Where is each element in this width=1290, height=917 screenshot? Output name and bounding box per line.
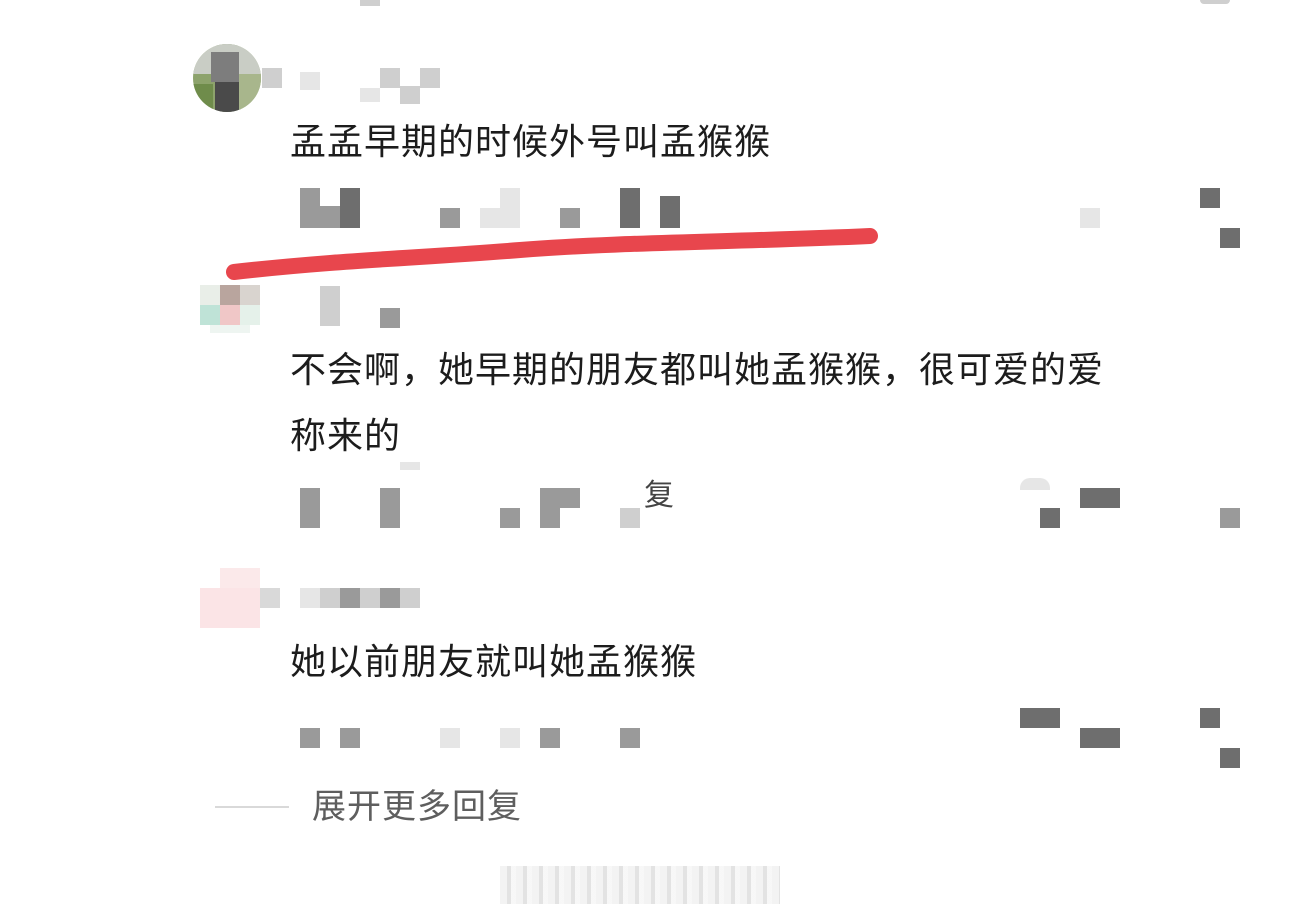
expand-more-replies-button[interactable]: 展开更多回复 bbox=[312, 782, 522, 832]
avatar[interactable] bbox=[193, 44, 261, 112]
expand-divider bbox=[215, 806, 289, 808]
meta-mosaic bbox=[340, 728, 360, 748]
avatar-photo-icon bbox=[193, 44, 261, 112]
username-mosaic bbox=[320, 588, 340, 608]
meta-mosaic bbox=[300, 488, 320, 528]
like-count-mosaic bbox=[1080, 728, 1120, 748]
meta-mosaic bbox=[540, 488, 560, 528]
username-mosaic bbox=[380, 308, 400, 328]
username-mosaic bbox=[360, 88, 380, 102]
dislike-mosaic bbox=[1220, 748, 1240, 768]
meta-mosaic bbox=[540, 728, 560, 748]
like-icon-mosaic[interactable] bbox=[1020, 708, 1060, 728]
like-icon-mosaic[interactable] bbox=[1020, 478, 1050, 490]
meta-mosaic bbox=[440, 728, 460, 748]
like-mosaic bbox=[1040, 508, 1060, 528]
meta-mosaic bbox=[560, 488, 580, 508]
red-underline-mark bbox=[226, 228, 878, 280]
like-icon-mosaic[interactable] bbox=[1200, 188, 1220, 208]
avatar[interactable] bbox=[200, 285, 264, 335]
comment-text: 她以前朋友就叫她孟猴猴 bbox=[290, 642, 698, 683]
meta-mosaic bbox=[300, 728, 320, 748]
top-mosaic bbox=[360, 0, 380, 6]
username-mosaic bbox=[380, 68, 400, 88]
comment-text: 孟孟早期的时候外号叫孟猴猴 bbox=[290, 122, 772, 163]
username-mosaic bbox=[420, 68, 440, 88]
username-mosaic bbox=[300, 72, 320, 90]
username-mosaic bbox=[400, 86, 420, 104]
comment-text: 不会啊，她早期的朋友都叫她孟猴猴，很可爱的爱 称来的 bbox=[290, 350, 1105, 457]
username-mosaic bbox=[400, 588, 420, 608]
dislike-icon-mosaic[interactable] bbox=[1220, 508, 1240, 528]
bottom-mosaic bbox=[500, 866, 780, 904]
meta-mosaic bbox=[500, 508, 520, 528]
meta-mosaic bbox=[380, 488, 400, 528]
like-count-mosaic bbox=[1080, 488, 1120, 508]
username-mosaic bbox=[300, 588, 320, 608]
top-mosaic-right bbox=[1200, 0, 1230, 4]
avatar-photo-icon bbox=[200, 568, 280, 628]
like-mosaic bbox=[1080, 208, 1100, 228]
username-mosaic bbox=[262, 68, 282, 88]
username-mosaic bbox=[320, 286, 340, 326]
meta-mosaic bbox=[620, 508, 640, 528]
avatar-photo-icon bbox=[200, 285, 260, 333]
username-mosaic bbox=[340, 588, 360, 608]
username-mosaic bbox=[360, 588, 380, 608]
username-mosaic bbox=[380, 588, 400, 608]
meta-mosaic bbox=[500, 728, 520, 748]
meta-mosaic bbox=[620, 728, 640, 748]
meta-mosaic bbox=[400, 462, 420, 470]
reply-label-fragment[interactable]: 复 bbox=[644, 474, 674, 518]
dislike-icon-mosaic[interactable] bbox=[1200, 708, 1220, 728]
avatar[interactable] bbox=[200, 568, 280, 628]
dislike-icon-mosaic[interactable] bbox=[1220, 228, 1240, 248]
